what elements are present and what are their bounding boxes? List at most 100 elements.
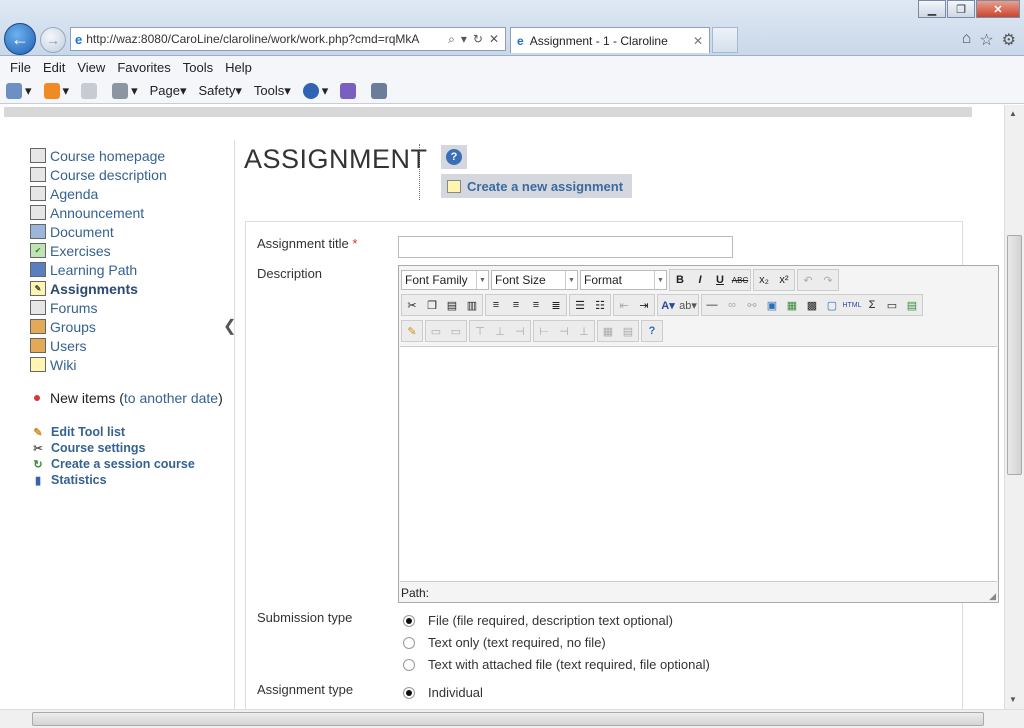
copy-icon[interactable]: ❐ xyxy=(422,295,442,315)
tab-close-icon[interactable]: ✕ xyxy=(693,34,703,48)
course-settings-link[interactable]: ✂ Course settings xyxy=(30,440,230,456)
paste-icon[interactable]: ▤ xyxy=(442,295,462,315)
link-icon[interactable]: ∞ xyxy=(722,295,742,315)
insert-col-after-icon[interactable]: ⊣ xyxy=(554,321,574,341)
sidebar-item-course-description[interactable]: Course description xyxy=(30,165,230,184)
font-size-select[interactable]: Font Size ▼ xyxy=(491,270,578,290)
sidebar-item-assignments[interactable]: ✎ Assignments xyxy=(30,279,230,298)
paste-word-icon[interactable]: ▥ xyxy=(462,295,482,315)
address-url[interactable]: http://waz:8080/CaroLine/claroline/work/… xyxy=(86,32,448,46)
underline-icon[interactable]: U xyxy=(710,270,730,290)
delete-col-icon[interactable]: ⊥ xyxy=(574,321,594,341)
radio-text-with-file[interactable] xyxy=(403,658,415,671)
help-command[interactable]: ▾ xyxy=(302,82,328,99)
strikethrough-icon[interactable]: ABC xyxy=(730,270,750,290)
align-justify-icon[interactable]: ≣ xyxy=(546,295,566,315)
back-button[interactable]: ← xyxy=(4,23,36,55)
text-color-icon[interactable]: A▾ xyxy=(658,295,678,315)
highlight-color-icon[interactable]: ab▾ xyxy=(678,295,698,315)
italic-icon[interactable]: I xyxy=(690,270,710,290)
sidebar-item-wiki[interactable]: Wiki xyxy=(30,355,230,374)
blog-command[interactable] xyxy=(371,82,390,99)
edit-icon[interactable]: ✎ xyxy=(402,321,422,341)
bullet-list-icon[interactable]: ☰ xyxy=(570,295,590,315)
sidebar-item-forums[interactable]: Forums xyxy=(30,298,230,317)
flash-icon[interactable]: ▩ xyxy=(802,295,822,315)
align-left-icon[interactable]: ≡ xyxy=(486,295,506,315)
unlink-icon[interactable]: ⚯ xyxy=(742,295,762,315)
another-date-link[interactable]: to another date xyxy=(124,390,218,406)
insert-col-before-icon[interactable]: ⊢ xyxy=(534,321,554,341)
insert-row-after-icon[interactable]: ⊥ xyxy=(490,321,510,341)
help-button[interactable]: ? xyxy=(441,145,467,169)
home-icon[interactable]: ⌂ xyxy=(962,30,972,50)
indent-icon[interactable]: ⇥ xyxy=(634,295,654,315)
align-right-icon[interactable]: ≡ xyxy=(526,295,546,315)
media-icon[interactable]: ▦ xyxy=(782,295,802,315)
search-icon[interactable]: ⌕ xyxy=(448,32,455,47)
horizontal-scroll-thumb[interactable] xyxy=(32,712,984,726)
layer-icon[interactable]: ▭ xyxy=(426,321,446,341)
horizontal-scrollbar[interactable] xyxy=(0,709,1024,728)
radio-text-only[interactable] xyxy=(403,636,415,649)
close-window-button[interactable]: ✕ xyxy=(976,0,1020,18)
resize-handle-icon[interactable]: ◢ xyxy=(989,591,996,602)
mail-command[interactable] xyxy=(81,82,100,99)
menu-edit[interactable]: Edit xyxy=(43,60,65,75)
sidebar-item-course-homepage[interactable]: Course homepage xyxy=(30,146,230,165)
outdent-icon[interactable]: ⇤ xyxy=(614,295,634,315)
cut-icon[interactable]: ✂ xyxy=(402,295,422,315)
new-tab-button[interactable] xyxy=(712,27,738,53)
superscript-icon[interactable]: x² xyxy=(774,270,794,290)
refresh-icon[interactable]: ↻ xyxy=(473,32,483,47)
insert-row-before-icon[interactable]: ⊤ xyxy=(470,321,490,341)
menu-view[interactable]: View xyxy=(77,60,105,75)
feeds-command[interactable]: ▾ xyxy=(43,82,69,99)
split-cells-icon[interactable]: ▦ xyxy=(598,321,618,341)
assignment-title-input[interactable] xyxy=(398,236,733,258)
bold-icon[interactable]: B xyxy=(670,270,690,290)
menu-help[interactable]: Help xyxy=(225,60,252,75)
scroll-up-icon[interactable]: ▲ xyxy=(1009,109,1017,118)
insert-file-icon[interactable]: ▤ xyxy=(902,295,922,315)
create-assignment-button[interactable]: Create a new assignment xyxy=(441,174,632,198)
redo-icon[interactable]: ↷ xyxy=(818,270,838,290)
menu-file[interactable]: File xyxy=(10,60,31,75)
scroll-down-icon[interactable]: ▼ xyxy=(1009,695,1017,704)
sigma-icon[interactable]: Σ xyxy=(862,295,882,315)
home-command[interactable]: ▾ xyxy=(6,82,32,99)
gear-icon[interactable]: ⚙ xyxy=(1002,30,1016,50)
menu-tools[interactable]: Tools xyxy=(183,60,213,75)
create-session-course-link[interactable]: ↻ Create a session course xyxy=(30,456,230,472)
layer-options-icon[interactable]: ▭ xyxy=(446,321,466,341)
address-bar[interactable]: e http://waz:8080/CaroLine/claroline/wor… xyxy=(70,27,506,51)
editor-content-area[interactable] xyxy=(400,346,997,582)
safety-command[interactable]: Safety ▾ xyxy=(199,83,242,99)
subscript-icon[interactable]: x₂ xyxy=(754,270,774,290)
undo-icon[interactable]: ↶ xyxy=(798,270,818,290)
image-icon[interactable]: ▣ xyxy=(762,295,782,315)
print-command[interactable]: ▾ xyxy=(112,82,138,99)
font-family-select[interactable]: Font Family ▼ xyxy=(401,270,489,290)
new-document-icon[interactable]: ▭ xyxy=(882,295,902,315)
favorites-star-icon[interactable]: ☆ xyxy=(979,30,993,50)
radio-individual[interactable] xyxy=(403,686,415,699)
vertical-scroll-thumb[interactable] xyxy=(1007,235,1022,475)
browser-tab[interactable]: e Assignment - 1 - Claroline ✕ xyxy=(510,27,710,53)
format-select[interactable]: Format ▼ xyxy=(580,270,667,290)
horizontal-rule-icon[interactable]: — xyxy=(702,295,722,315)
research-command[interactable] xyxy=(340,82,359,99)
dropdown-arrow-icon[interactable]: ▾ xyxy=(461,32,467,47)
template-icon[interactable]: ▢ xyxy=(822,295,842,315)
sidebar-item-groups[interactable]: Groups xyxy=(30,317,230,336)
submission-option-file[interactable]: File (file required, description text op… xyxy=(403,613,673,628)
delete-row-icon[interactable]: ⊣ xyxy=(510,321,530,341)
maximize-button[interactable]: ❐ xyxy=(947,0,975,18)
submission-option-text-only[interactable]: Text only (text required, no file) xyxy=(403,635,606,650)
sidebar-item-users[interactable]: Users xyxy=(30,336,230,355)
radio-file[interactable] xyxy=(403,614,415,627)
sidebar-item-exercises[interactable]: ✔ Exercises xyxy=(30,241,230,260)
submission-option-text-file[interactable]: Text with attached file (text required, … xyxy=(403,657,710,672)
collapse-sidebar-icon[interactable]: ❮ xyxy=(223,316,236,336)
align-center-icon[interactable]: ≡ xyxy=(506,295,526,315)
